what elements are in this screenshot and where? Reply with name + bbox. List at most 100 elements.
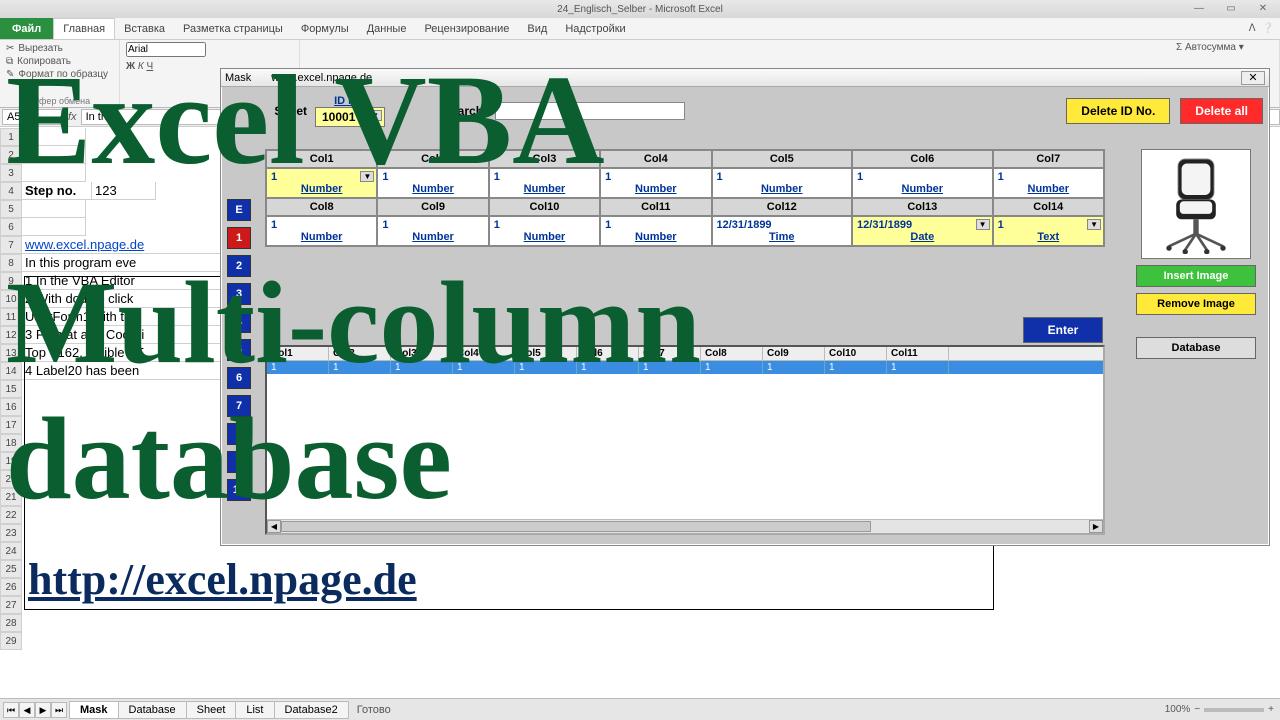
app-titlebar: 24_Englisch_Selber - Microsoft Excel — ▭… (0, 0, 1280, 18)
id-combo[interactable]: 10001 (315, 107, 385, 127)
nav-button-E[interactable]: E (227, 199, 251, 221)
nav-button-5[interactable]: 5 (227, 339, 251, 361)
chair-icon (1151, 154, 1241, 254)
search-label: Search: (443, 104, 487, 118)
cut-label[interactable]: Вырезать (18, 43, 62, 54)
scroll-right-icon[interactable]: ▶ (1089, 520, 1103, 533)
mask-title-right: www.excel.npage.de (271, 72, 372, 84)
clipboard-group-label: Буфер обмена (6, 96, 113, 107)
underline-button[interactable]: Ч (147, 61, 154, 72)
field-grid: Col1 Col2 Col3 Col4 Col5 Col6 Col7 1Numb… (265, 149, 1105, 247)
nav-button-8[interactable]: 8 (227, 423, 251, 445)
insert-image-button[interactable]: Insert Image (1136, 265, 1256, 287)
ribbon-tab-insert[interactable]: Вставка (115, 18, 174, 39)
ribbon-minimize-icon[interactable]: ᐱ (1249, 23, 1256, 34)
input-col11[interactable]: 1Number (600, 216, 711, 246)
database-button[interactable]: Database (1136, 337, 1256, 359)
sheet-tab-sheet[interactable]: Sheet (186, 701, 237, 719)
help-icon[interactable]: ❔ (1262, 23, 1274, 34)
cell-stepval[interactable]: 123 (92, 182, 156, 200)
mask-window: Mask www.excel.npage.de ✕ Sheet ID No. 1… (220, 68, 1270, 546)
sheet-nav-first-icon[interactable]: ⏮ (3, 702, 19, 718)
scroll-left-icon[interactable]: ◀ (267, 520, 281, 533)
hdr-col10: Col10 (489, 198, 600, 216)
input-col14[interactable]: 1Text (993, 216, 1104, 246)
ribbon-tab-home[interactable]: Главная (53, 18, 115, 39)
delete-all-button[interactable]: Delete all (1180, 98, 1263, 124)
ribbon-tab-review[interactable]: Рецензирование (415, 18, 518, 39)
input-col3[interactable]: 1Number (489, 168, 600, 198)
maximize-icon[interactable]: ▭ (1216, 0, 1246, 16)
zoom-slider[interactable] (1204, 708, 1264, 712)
autosum-button[interactable]: Σ Автосумма ▾ (1176, 42, 1273, 53)
input-col5[interactable]: 1Number (712, 168, 853, 198)
sheet-tab-database2[interactable]: Database2 (274, 701, 349, 719)
zoom-value: 100% (1165, 704, 1191, 715)
search-input[interactable] (495, 102, 685, 120)
copy-label[interactable]: Копировать (17, 56, 71, 67)
big-link[interactable]: http://excel.npage.de (28, 554, 417, 605)
delete-id-button[interactable]: Delete ID No. (1066, 98, 1170, 124)
sheet-nav-last-icon[interactable]: ⏭ (51, 702, 67, 718)
input-col1[interactable]: 1Number (266, 168, 377, 198)
hdr-col2: Col2 (377, 150, 488, 168)
mask-close-icon[interactable]: ✕ (1241, 71, 1265, 85)
ribbon-tab-layout[interactable]: Разметка страницы (174, 18, 292, 39)
format-painter-label[interactable]: Формат по образцу (18, 69, 108, 80)
input-col6[interactable]: 1Number (852, 168, 993, 198)
nav-button-10[interactable]: 10 (227, 479, 251, 501)
scissors-icon: ✂ (6, 43, 14, 54)
hdr-col4: Col4 (600, 150, 711, 168)
input-col7[interactable]: 1Number (993, 168, 1104, 198)
file-tab[interactable]: Файл (0, 18, 53, 39)
name-box[interactable]: A5 (2, 109, 62, 125)
italic-button[interactable]: К (138, 61, 144, 72)
mask-title-left: Mask (225, 72, 251, 84)
sheet-tab-database[interactable]: Database (118, 701, 187, 719)
hdr-col14: Col14 (993, 198, 1104, 216)
ribbon-tab-formulas[interactable]: Формулы (292, 18, 358, 39)
input-col2[interactable]: 1Number (377, 168, 488, 198)
nav-button-6[interactable]: 6 (227, 367, 251, 389)
nav-button-1[interactable]: 1 (227, 227, 251, 249)
input-col9[interactable]: 1Number (377, 216, 488, 246)
ribbon-tab-view[interactable]: Вид (518, 18, 556, 39)
hdr-col13: Col13 (852, 198, 993, 216)
record-listview[interactable]: Col1Col2Col3 Col4Col5Col6 Col7Col8Col9 C… (265, 345, 1105, 535)
zoom-in-icon[interactable]: + (1268, 704, 1274, 715)
close-icon[interactable]: ✕ (1248, 0, 1278, 16)
cell-link[interactable]: www.excel.npage.de (25, 237, 144, 252)
fx-icon[interactable]: fx (64, 111, 81, 123)
bold-button[interactable]: Ж (126, 61, 135, 72)
nav-button-2[interactable]: 2 (227, 255, 251, 277)
sheet-tab-list[interactable]: List (235, 701, 274, 719)
mask-titlebar[interactable]: Mask www.excel.npage.de ✕ (221, 69, 1269, 87)
input-col4[interactable]: 1Number (600, 168, 711, 198)
zoom-out-icon[interactable]: − (1194, 704, 1200, 715)
nav-button-4[interactable]: 4 (227, 311, 251, 333)
clipboard-group: ✂Вырезать ⧉Копировать ✎Формат по образцу… (0, 40, 120, 107)
id-label: ID No. (334, 95, 366, 107)
input-col8[interactable]: 1Number (266, 216, 377, 246)
input-col10[interactable]: 1Number (489, 216, 600, 246)
font-name-input[interactable] (126, 42, 206, 57)
input-col13[interactable]: 12/31/1899Date (852, 216, 993, 246)
nav-button-7[interactable]: 7 (227, 395, 251, 417)
list-row[interactable]: 111 111 111 11 (267, 361, 1103, 374)
nav-button-3[interactable]: 3 (227, 283, 251, 305)
sheet-tab-mask[interactable]: Mask (69, 701, 119, 719)
list-hscrollbar[interactable]: ◀ ▶ (267, 519, 1103, 533)
ribbon-tab-data[interactable]: Данные (358, 18, 416, 39)
ribbon-tab-addins[interactable]: Надстройки (556, 18, 634, 39)
ribbon-tabs: Файл Главная Вставка Разметка страницы Ф… (0, 18, 1280, 40)
enter-button[interactable]: Enter (1023, 317, 1103, 343)
sheet-nav-prev-icon[interactable]: ◀ (19, 702, 35, 718)
cell-stepno[interactable]: Step no. (22, 182, 92, 200)
input-col12[interactable]: 12/31/1899Time (712, 216, 853, 246)
brush-icon: ✎ (6, 69, 14, 80)
nav-button-9[interactable]: 9 (227, 451, 251, 473)
remove-image-button[interactable]: Remove Image (1136, 293, 1256, 315)
scroll-thumb[interactable] (281, 521, 871, 532)
minimize-icon[interactable]: — (1184, 0, 1214, 16)
sheet-nav-next-icon[interactable]: ▶ (35, 702, 51, 718)
